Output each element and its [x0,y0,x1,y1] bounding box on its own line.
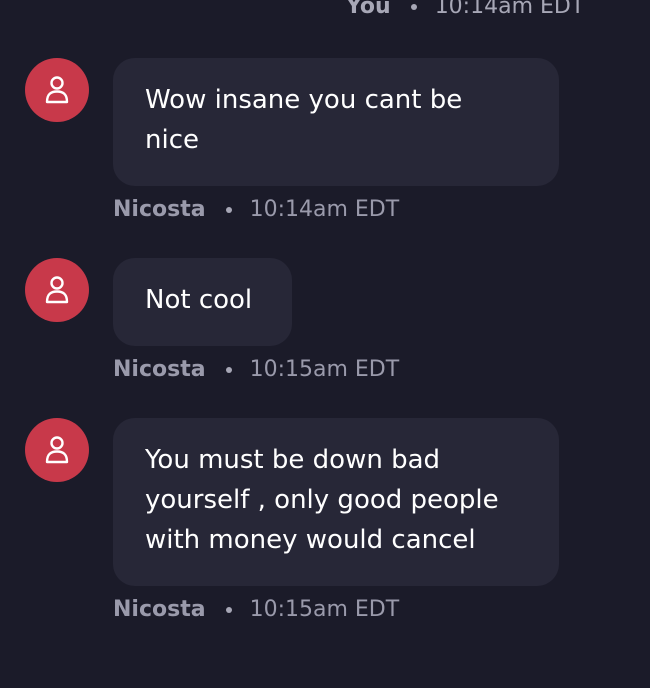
avatar[interactable] [25,58,89,122]
sender-name: Nicosta [113,197,206,222]
sender-name: Nicosta [113,357,206,382]
sender-name: Nicosta [113,597,206,622]
message-bubble[interactable]: You must be down bad yourself , only goo… [113,418,559,586]
user-icon [45,76,69,104]
avatar[interactable] [25,418,89,482]
message-meta: Nicosta 10:15am EDT [113,357,399,382]
separator-dot [225,366,232,373]
user-icon [45,436,69,464]
timestamp: 10:14am EDT [434,0,585,19]
message-meta: Nicosta 10:15am EDT [113,597,399,622]
chat-thread: You 10:14am EDT Wow insane you cant be n… [0,0,650,688]
separator-dot [225,206,232,213]
message-meta: Nicosta 10:14am EDT [113,197,399,222]
message-item: Not cool Nicosta 10:15am EDT [0,258,650,388]
message-item: Wow insane you cant be nice Nicosta 10:1… [0,58,650,228]
timestamp: 10:15am EDT [249,597,400,622]
message-item: You must be down bad yourself , only goo… [0,418,650,628]
avatar[interactable] [25,258,89,322]
user-icon [45,276,69,304]
timestamp: 10:14am EDT [249,197,400,222]
timestamp: 10:15am EDT [249,357,400,382]
message-bubble[interactable]: Not cool [113,258,292,346]
separator-dot [225,606,232,613]
separator-dot [410,3,417,10]
sender-name: You [346,0,391,19]
message-meta-you: You 10:14am EDT [346,0,584,19]
message-bubble[interactable]: Wow insane you cant be nice [113,58,559,186]
